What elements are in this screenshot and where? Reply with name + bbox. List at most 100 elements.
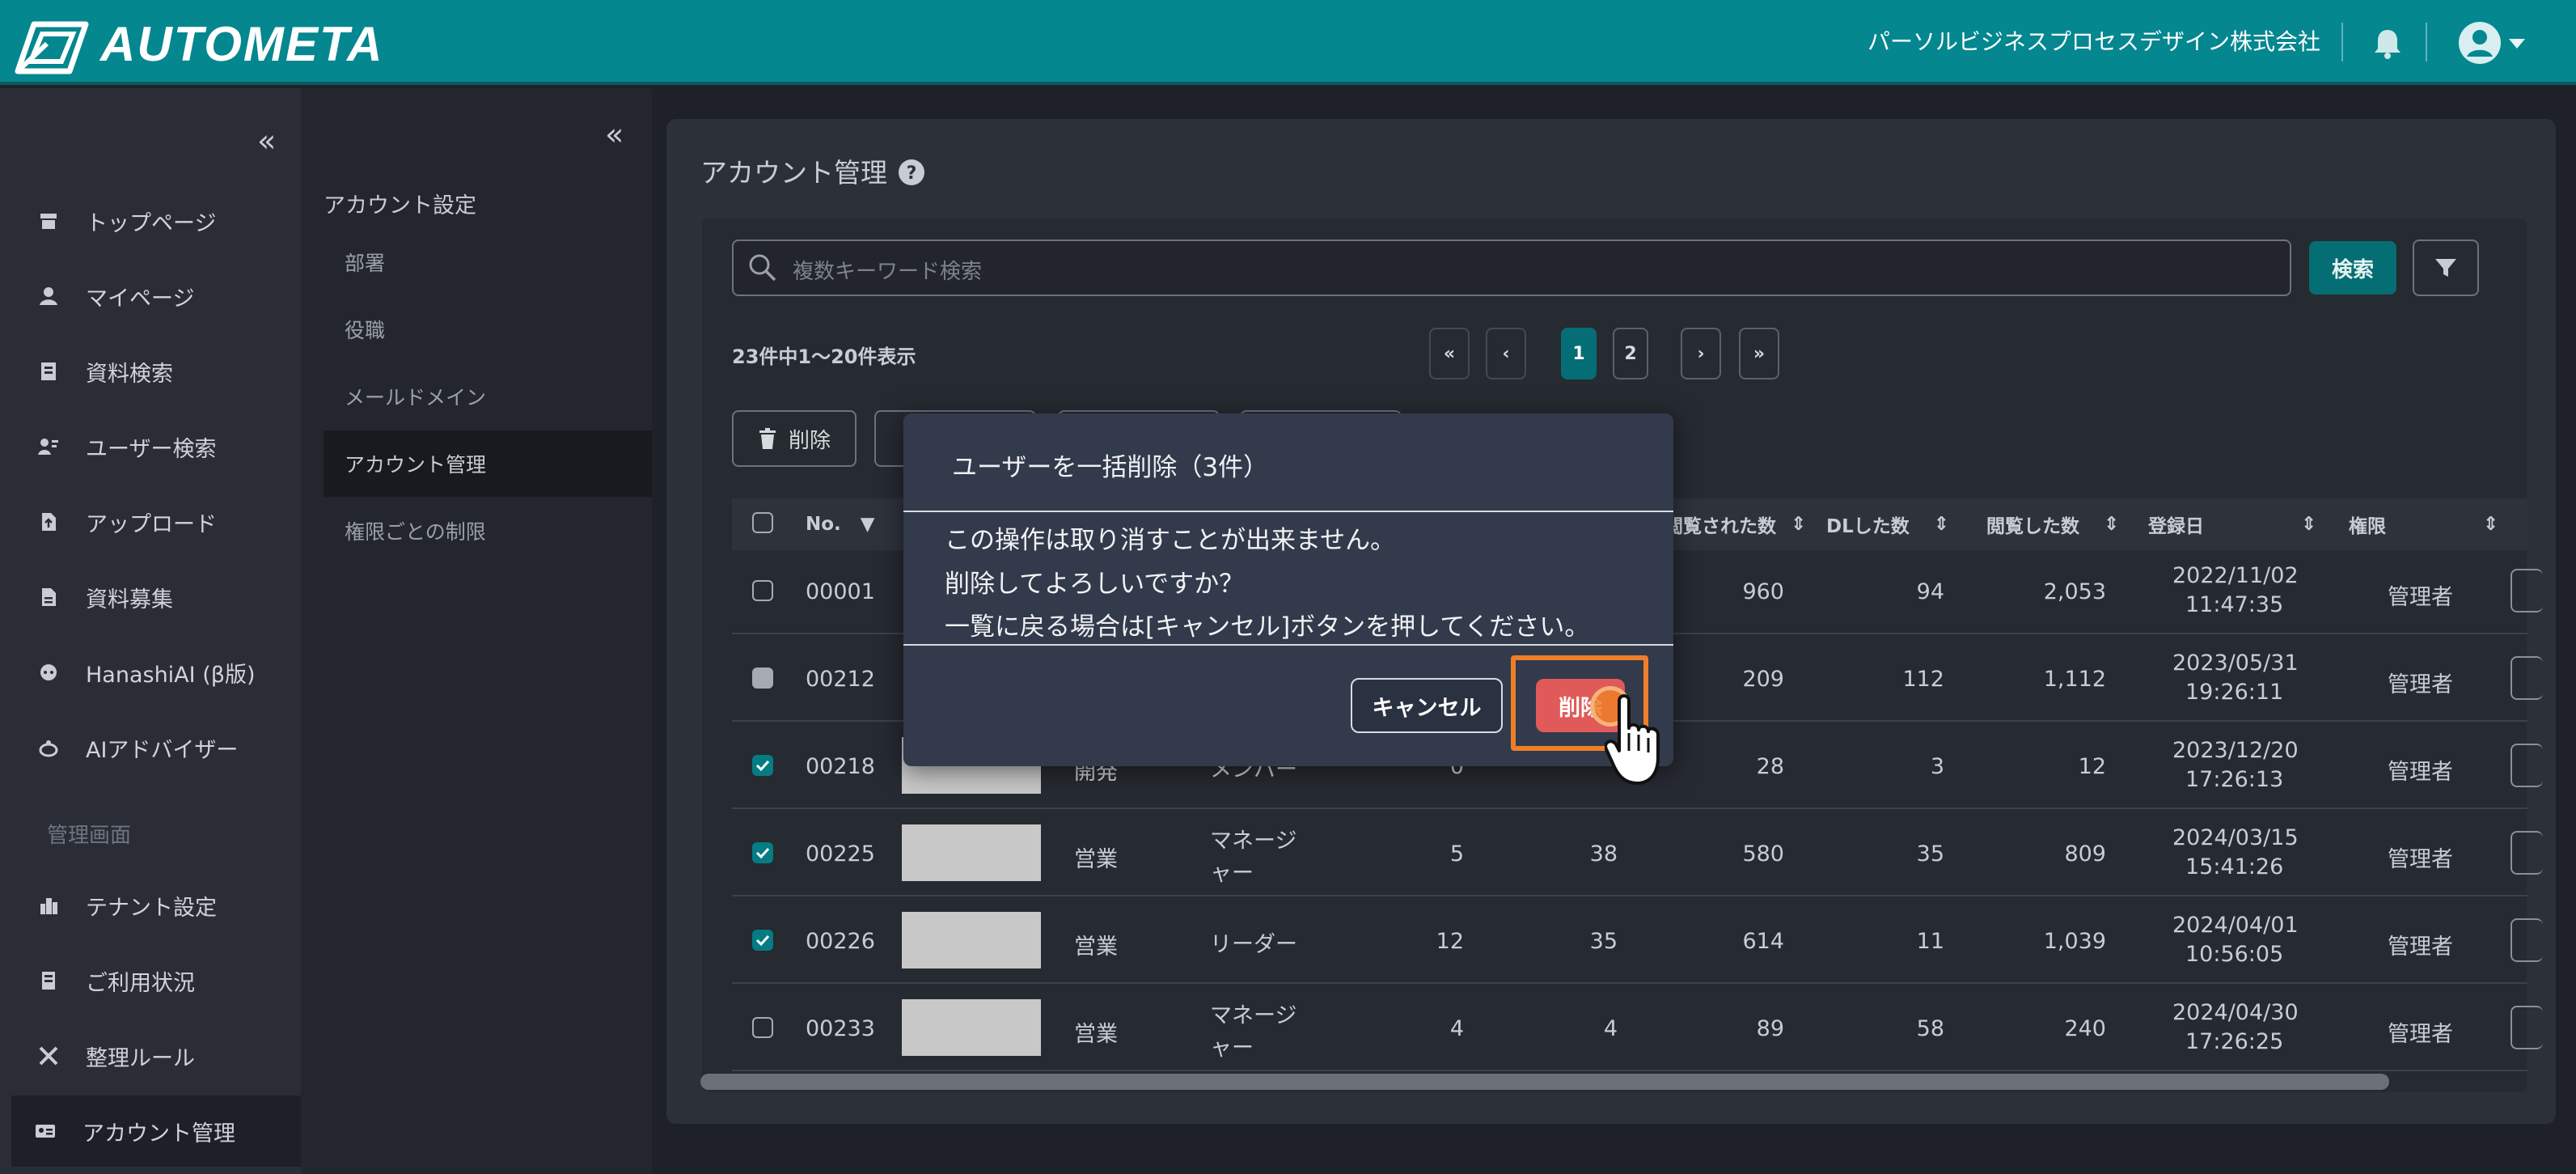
prev-page-button[interactable]: ‹ (1486, 328, 1526, 379)
page-button-1[interactable]: 1 (1561, 328, 1597, 379)
column-header-permission[interactable]: 権限 ⇕ (2349, 498, 2498, 550)
row-time: 10:56:05 (2185, 942, 2284, 967)
row-viewed: 2,053 (2043, 579, 2106, 604)
row-checkbox[interactable] (752, 668, 773, 689)
sort-icon: ⇕ (2483, 514, 2499, 535)
edit-button[interactable] (2510, 569, 2543, 612)
row-downloads: 94 (1916, 579, 1944, 604)
first-page-button[interactable]: « (1429, 328, 1470, 379)
horizontal-scrollbar[interactable] (700, 1074, 2389, 1090)
row-permission: 管理者 (2388, 585, 2453, 610)
page-button-2[interactable]: 2 (1613, 328, 1648, 379)
sidebar-item-label: 資料募集 (86, 587, 173, 612)
next-page-button[interactable]: › (1681, 328, 1721, 379)
document-search-icon (36, 358, 61, 384)
bell-icon[interactable] (2372, 28, 2403, 60)
sidebar-item-user-search[interactable]: ユーザー検索 (0, 411, 301, 482)
edit-button[interactable] (2510, 918, 2543, 962)
edit-button[interactable] (2510, 656, 2543, 700)
sidebar-item-tenant[interactable]: テナント設定 (0, 870, 301, 941)
column-label: DLした数 (1826, 516, 1910, 537)
row-time: 11:47:35 (2185, 592, 2284, 617)
sidebar-item-doc-search[interactable]: 資料検索 (0, 336, 301, 407)
row-viewed: 1,039 (2043, 929, 2106, 954)
search-button[interactable]: 検索 (2309, 241, 2396, 295)
edit-button[interactable] (2510, 1006, 2543, 1049)
sidebar-item-upload[interactable]: アップロード (0, 486, 301, 557)
row-checkbox[interactable] (752, 1017, 773, 1038)
column-label: 閲覧された数 (1664, 516, 1776, 537)
sort-icon: ⇕ (2301, 514, 2317, 535)
sidebar-item-hanashiai[interactable]: HanashiAI (β版) (0, 637, 301, 708)
row-checkbox[interactable] (752, 842, 773, 863)
row-number: 00001 (806, 579, 875, 604)
sidebar-item-label: マイページ (86, 286, 195, 312)
collapse-subnav-icon[interactable]: « (605, 119, 624, 150)
column-header-viewed[interactable]: 閲覧した数 ⇕ (1986, 498, 2119, 550)
row-viewed: 809 (2064, 841, 2106, 867)
user-search-icon (36, 434, 61, 460)
sidebar-item-doc-request[interactable]: 資料募集 (0, 562, 301, 633)
subnav-item-position[interactable]: 役職 (324, 296, 652, 362)
sidebar-item-label: アカウント管理 (82, 1121, 235, 1146)
row-viewed-by: 28 (1756, 754, 1784, 779)
sidebar-item-mypage[interactable]: マイページ (0, 261, 301, 332)
column-header-registered[interactable]: 登録日 ⇕ (2148, 498, 2316, 550)
subnav-item-mail-domain[interactable]: メールドメイン (324, 363, 652, 430)
filter-button[interactable] (2413, 239, 2479, 296)
search-placeholder: 複数キーワード検索 (793, 260, 983, 284)
row-date: 2023/05/31 (2172, 651, 2299, 676)
page-title: アカウント管理 (700, 157, 887, 189)
user-avatar-icon[interactable] (2459, 21, 2540, 65)
result-count: 23件中1〜20件表示 (732, 345, 916, 368)
row-date: 2022/11/02 (2172, 563, 2299, 588)
sidebar-item-usage[interactable]: ご利用状況 (0, 945, 301, 1016)
row-checkbox[interactable] (752, 930, 773, 951)
cancel-button[interactable]: キャンセル (1351, 678, 1503, 733)
column-label: 登録日 (2148, 516, 2204, 537)
sidebar-item-ai-advisor[interactable]: AIアドバイザー (0, 712, 301, 783)
sidebar-item-label: ご利用状況 (86, 970, 195, 996)
dialog-message-line: 削除してよろしいですか？ (945, 570, 1245, 599)
row-count-b: 35 (1589, 929, 1618, 954)
subnav-item-permission-limits[interactable]: 権限ごとの制限 (324, 498, 652, 564)
sidebar-item-label: アップロード (86, 511, 217, 537)
row-checkbox[interactable] (752, 755, 773, 776)
sidebar-item-label: トップページ (86, 210, 217, 236)
select-all-checkbox[interactable] (752, 512, 773, 533)
row-count-a: 4 (1449, 1016, 1464, 1041)
column-header-viewed-by[interactable]: 閲覧された数 ⇕ (1664, 498, 1806, 550)
hand-cursor-icon (1605, 693, 1661, 790)
sidebar-item-top[interactable]: トップページ (0, 185, 301, 256)
edit-button[interactable] (2510, 831, 2543, 875)
edit-button[interactable] (2510, 744, 2543, 787)
help-icon[interactable]: ? (898, 159, 925, 186)
delete-button[interactable]: 削除 (732, 410, 857, 467)
dialog-message-line: 一覧に戻る場合は[キャンセル]ボタンを押してください。 (945, 612, 1590, 642)
row-permission: 管理者 (2388, 672, 2453, 697)
avatar-thumbnail (902, 824, 1041, 881)
subnav-item-department[interactable]: 部署 (324, 229, 652, 295)
column-header-no[interactable]: No. ▼ (806, 498, 875, 550)
subnav-item-account[interactable]: アカウント管理 (324, 430, 652, 497)
row-viewed-by: 614 (1742, 929, 1784, 954)
upload-file-icon (36, 509, 61, 535)
app-logo[interactable]: AUTOMETA (100, 16, 383, 73)
row-checkbox[interactable] (752, 580, 773, 601)
subnav-heading: アカウント設定 (324, 193, 476, 218)
row-number: 00226 (806, 929, 875, 954)
row-viewed: 1,112 (2043, 667, 2106, 692)
sidebar-item-account[interactable]: アカウント管理 (11, 1096, 301, 1167)
last-page-button[interactable]: » (1739, 328, 1779, 379)
row-time: 19:26:11 (2185, 680, 2284, 705)
row-number: 00233 (806, 1016, 875, 1041)
row-count-a: 12 (1436, 929, 1464, 954)
company-name: パーソルビジネスプロセスデザイン株式会社 (1867, 28, 2320, 55)
collapse-sidebar-icon[interactable]: « (257, 125, 276, 156)
sidebar-item-rules[interactable]: 整理ルール (0, 1020, 301, 1091)
row-downloads: 11 (1916, 929, 1944, 954)
column-header-downloads[interactable]: DLした数 ⇕ (1826, 498, 1949, 550)
header-divider (2341, 23, 2343, 61)
tools-icon (36, 1043, 61, 1069)
row-count-b: 4 (1603, 1016, 1618, 1041)
